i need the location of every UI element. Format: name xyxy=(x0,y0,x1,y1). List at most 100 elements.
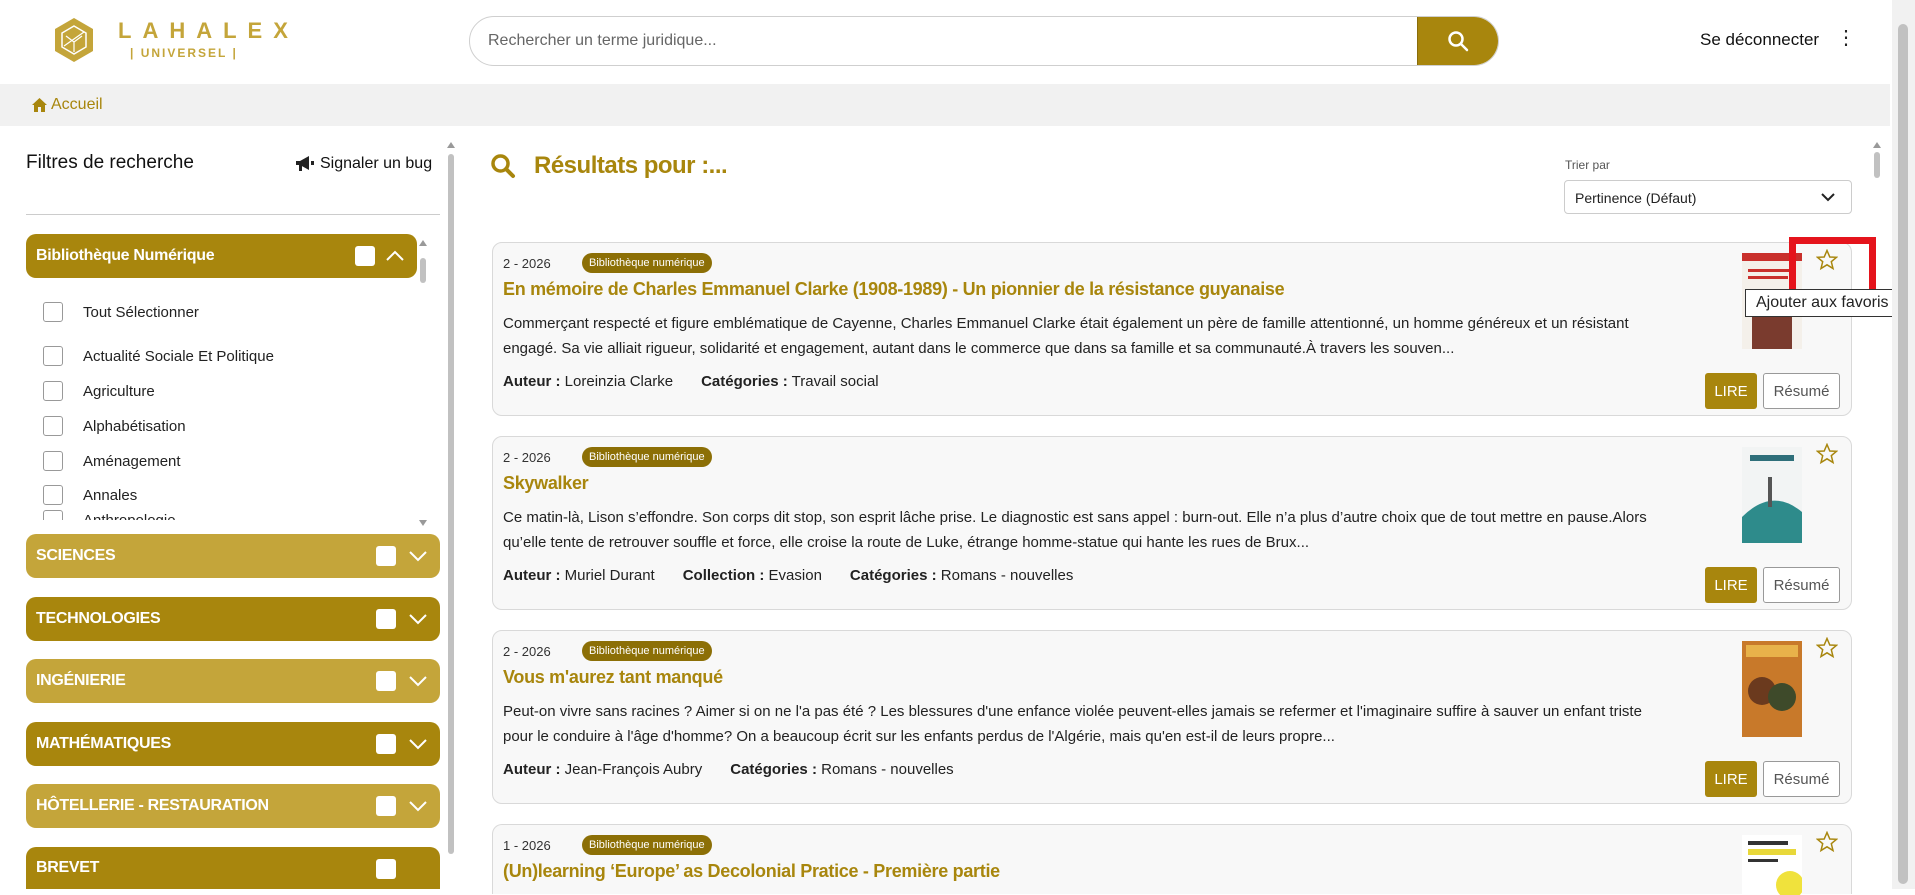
checkbox[interactable] xyxy=(43,346,63,366)
collection-label: Collection : xyxy=(682,567,765,584)
category-label: Bibliothèque Numérique xyxy=(36,247,215,264)
category-checkbox[interactable] xyxy=(376,671,396,691)
category-label: MATHÉMATIQUES xyxy=(36,735,172,752)
card-collection: Collection : Evasion xyxy=(683,567,822,584)
brand-line1: LAHALEX xyxy=(118,18,299,43)
item-label: Annales xyxy=(83,486,138,504)
card-author: Auteur : Loreinzia Clarke xyxy=(503,373,673,390)
category-label: INGÉNIERIE xyxy=(36,672,126,689)
favorite-tooltip: Ajouter aux favoris xyxy=(1745,289,1900,317)
category-brevet[interactable]: BREVET xyxy=(26,847,440,889)
favorite-star-icon[interactable] xyxy=(1816,443,1838,465)
checkbox[interactable] xyxy=(43,416,63,436)
checkbox[interactable] xyxy=(43,381,63,401)
card-badge: Bibliothèque numérique xyxy=(582,253,712,273)
checkbox[interactable] xyxy=(43,302,63,322)
category-checkbox[interactable] xyxy=(376,796,396,816)
brand-logo-icon[interactable] xyxy=(50,16,98,64)
results-panel: Résultats pour :... Trier par Pertinence… xyxy=(472,130,1852,895)
list-item[interactable]: Anthropologie xyxy=(43,510,176,520)
megaphone-icon xyxy=(296,156,314,171)
search-input[interactable] xyxy=(470,17,1417,65)
more-menu-icon[interactable]: ⋮ xyxy=(1836,28,1856,48)
chevron-down-icon[interactable] xyxy=(408,735,428,753)
logout-button[interactable]: Se déconnecter xyxy=(1700,30,1819,50)
filters-title: Filtres de recherche xyxy=(26,152,194,173)
card-meta: Auteur : Loreinzia Clarke Catégories : T… xyxy=(503,373,879,390)
category-label: BREVET xyxy=(36,859,100,876)
page-scrollbar[interactable] xyxy=(1892,0,1915,889)
search-button[interactable] xyxy=(1417,17,1498,65)
read-button[interactable]: LIRE xyxy=(1705,567,1757,603)
book-cover[interactable] xyxy=(1742,641,1802,737)
chevron-down-icon[interactable] xyxy=(408,547,428,565)
author-label: Auteur : xyxy=(503,761,561,778)
summary-button[interactable]: Résumé xyxy=(1763,761,1840,797)
results-title: Résultats pour :... xyxy=(534,152,728,179)
card-date: 2 - 2026 xyxy=(503,644,551,659)
chevron-down-icon xyxy=(1821,193,1835,202)
card-badge: Bibliothèque numérique xyxy=(582,641,712,661)
read-button[interactable]: LIRE xyxy=(1705,761,1757,797)
checkbox[interactable] xyxy=(43,451,63,471)
book-cover[interactable] xyxy=(1742,835,1802,895)
card-meta: Auteur : Muriel Durant Collection : Evas… xyxy=(503,567,1073,584)
book-cover[interactable] xyxy=(1742,447,1802,543)
card-title-link[interactable]: Vous m'aurez tant manqué xyxy=(503,667,723,688)
chevron-down-icon[interactable] xyxy=(408,610,428,628)
select-all-item[interactable]: Tout Sélectionner xyxy=(43,302,199,322)
sort-select[interactable]: Pertinence (Défaut) xyxy=(1564,180,1852,214)
list-item[interactable]: Agriculture xyxy=(43,381,155,401)
card-date: 1 - 2026 xyxy=(503,838,551,853)
category-hotellerie-restauration[interactable]: HÔTELLERIE - RESTAURATION xyxy=(26,784,440,828)
list-item[interactable]: Annales xyxy=(43,485,137,505)
card-title-link[interactable]: En mémoire de Charles Emmanuel Clarke (1… xyxy=(503,279,1285,300)
card-description: Peut-on vivre sans racines ? Aimer si on… xyxy=(503,703,1642,745)
list-item[interactable]: Actualité Sociale Et Politique xyxy=(43,346,274,366)
chevron-up-icon[interactable] xyxy=(385,247,405,265)
checkbox[interactable] xyxy=(43,485,63,505)
breadcrumb-home[interactable]: Accueil xyxy=(32,96,103,114)
category-checkbox[interactable] xyxy=(355,246,375,266)
category-ingenierie[interactable]: INGÉNIERIE xyxy=(26,659,440,703)
card-badge: Bibliothèque numérique xyxy=(582,447,712,467)
category-checkbox[interactable] xyxy=(376,546,396,566)
category-label: TECHNOLOGIES xyxy=(36,610,161,627)
category-checkbox[interactable] xyxy=(376,859,396,879)
checkbox[interactable] xyxy=(43,510,63,520)
list-scrollbar[interactable] xyxy=(417,238,429,528)
search-icon xyxy=(491,154,515,178)
list-item[interactable]: Alphabétisation xyxy=(43,416,186,436)
card-title-link[interactable]: Skywalker xyxy=(503,473,589,494)
item-label: Alphabétisation xyxy=(83,417,186,435)
category-checkbox[interactable] xyxy=(376,609,396,629)
chevron-down-icon[interactable] xyxy=(408,797,428,815)
chevron-down-icon[interactable] xyxy=(408,672,428,690)
categories-value: Romans - nouvelles xyxy=(821,761,954,778)
results-heading: Résultats pour :... xyxy=(490,152,728,180)
result-card: 2 - 2026 Bibliothèque numérique Skywalke… xyxy=(492,436,1852,610)
category-label: HÔTELLERIE - RESTAURATION xyxy=(36,797,269,814)
summary-button[interactable]: Résumé xyxy=(1763,373,1840,409)
card-title-link[interactable]: (Un)learning ‘Europe’ as Decolonial Prat… xyxy=(503,861,1000,882)
brand-wordmark[interactable]: LAHALEX | UNIVERSEL | xyxy=(118,18,299,60)
list-item[interactable]: Aménagement xyxy=(43,451,181,471)
author-value: Muriel Durant xyxy=(564,567,655,584)
report-bug-button[interactable]: Signaler un bug xyxy=(295,155,432,173)
page-scrollbar-thumb[interactable] xyxy=(1898,24,1908,884)
category-bibliotheque-numerique[interactable]: Bibliothèque Numérique xyxy=(26,234,417,278)
sidebar-scrollbar[interactable] xyxy=(446,140,456,860)
categories-label: Catégories : xyxy=(730,761,817,778)
item-label: Actualité Sociale Et Politique xyxy=(83,347,274,365)
favorite-star-icon[interactable] xyxy=(1816,637,1838,659)
category-mathematiques[interactable]: MATHÉMATIQUES xyxy=(26,722,440,766)
read-button[interactable]: LIRE xyxy=(1705,373,1757,409)
summary-button[interactable]: Résumé xyxy=(1763,567,1840,603)
author-label: Auteur : xyxy=(503,567,561,584)
card-badge: Bibliothèque numérique xyxy=(582,835,712,855)
item-label: Agriculture xyxy=(83,382,155,400)
favorite-star-icon[interactable] xyxy=(1816,831,1838,853)
category-sciences[interactable]: SCIENCES xyxy=(26,534,440,578)
category-checkbox[interactable] xyxy=(376,734,396,754)
category-technologies[interactable]: TECHNOLOGIES xyxy=(26,597,440,641)
